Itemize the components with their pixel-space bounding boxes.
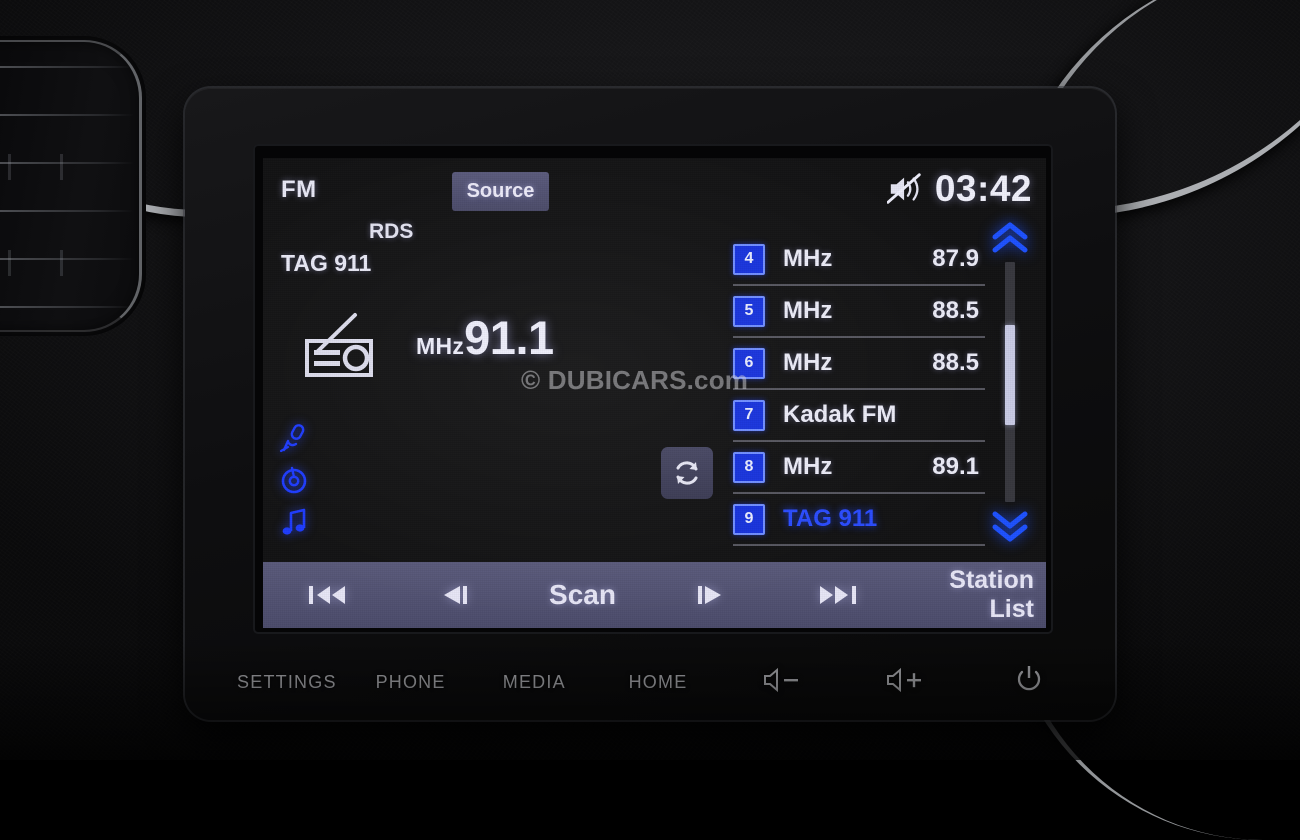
preset-frequency: 88.5 xyxy=(932,297,979,324)
screen-bezel: FM Source 03:42 RDS TAG 911 MHz 91.1 4 M… xyxy=(253,144,1053,634)
preset-row[interactable]: 6 MHz 88.5 xyxy=(733,338,985,390)
music-note-icon xyxy=(282,508,306,535)
vent-tab xyxy=(8,250,11,276)
playback-toolbar: Scan Station List xyxy=(263,562,1046,628)
disc-icon xyxy=(281,466,307,494)
chevron-down-icon[interactable] xyxy=(990,510,1030,542)
skip-previous-icon xyxy=(308,586,345,604)
hw-button-label: SETTINGS xyxy=(237,671,337,692)
status-bar-right: 03:42 xyxy=(886,168,1032,209)
refresh-button[interactable] xyxy=(661,447,713,499)
hardware-button-row: SETTINGS PHONE MEDIA HOME xyxy=(225,650,1091,714)
rds-indicator: RDS xyxy=(369,220,414,243)
radio-icon xyxy=(305,313,373,377)
station-list-line2: List xyxy=(989,595,1034,623)
refresh-icon xyxy=(676,461,698,485)
preset-row[interactable]: 7 Kadak FM xyxy=(733,390,985,442)
hw-button-home[interactable]: HOME xyxy=(596,672,720,693)
hw-button-volume-up[interactable] xyxy=(844,667,968,698)
frequency-display: MHz 91.1 xyxy=(416,311,554,364)
preset-label: MHz xyxy=(783,297,833,324)
source-button[interactable]: Source xyxy=(452,172,549,211)
skip-next-icon xyxy=(820,586,857,604)
hw-button-settings[interactable]: SETTINGS xyxy=(225,672,349,693)
vent-slat xyxy=(0,210,134,212)
scan-button[interactable]: Scan xyxy=(519,562,647,628)
volume-down-icon xyxy=(763,667,801,698)
now-playing-panel: RDS TAG 911 MHz 91.1 xyxy=(263,220,723,560)
station-list-line1: Station xyxy=(949,566,1034,595)
hw-button-media[interactable]: MEDIA xyxy=(472,672,596,693)
radio-band-label: FM xyxy=(281,176,317,203)
current-station-name: TAG 911 xyxy=(281,250,372,276)
speaker-muted-icon xyxy=(886,172,921,204)
status-bar: FM Source 03:42 xyxy=(263,158,1046,226)
hw-button-label: MEDIA xyxy=(502,671,566,692)
hw-button-phone[interactable]: PHONE xyxy=(349,672,473,693)
preset-label: TAG 911 xyxy=(783,505,878,532)
preset-row[interactable]: 5 MHz 88.5 xyxy=(733,286,985,338)
step-forward-icon xyxy=(698,586,722,604)
preset-row[interactable]: 4 MHz 87.9 xyxy=(733,234,985,286)
vent-tab xyxy=(8,154,11,180)
vent-slat xyxy=(0,66,134,68)
next-station-button[interactable] xyxy=(774,562,902,628)
preset-number-badge: 5 xyxy=(733,295,765,327)
station-preset-list: 4 MHz 87.9 5 MHz 88.5 6 MHz 88.5 7 Kadak FM 8 MHz 89.… xyxy=(733,234,985,546)
microphone-icon xyxy=(279,424,305,453)
preset-label: MHz xyxy=(783,453,833,480)
car-dashboard: FM Source 03:42 RDS TAG 911 MHz 91.1 4 M… xyxy=(0,0,1300,840)
preset-frequency: 88.5 xyxy=(932,349,979,376)
preset-frequency: 87.9 xyxy=(932,245,979,272)
scrollbar-track[interactable] xyxy=(1005,262,1015,502)
tune-down-button[interactable] xyxy=(391,562,519,628)
preset-number-badge: 8 xyxy=(733,451,765,483)
power-icon xyxy=(1014,665,1044,700)
preset-row[interactable]: 9 TAG 911 xyxy=(733,494,985,546)
frequency-unit: MHz xyxy=(416,333,465,359)
air-vent xyxy=(0,36,146,336)
hw-button-label: PHONE xyxy=(375,671,446,692)
chevron-up-icon[interactable] xyxy=(990,222,1030,254)
vent-slat xyxy=(0,306,134,308)
scan-label: Scan xyxy=(549,579,616,610)
hw-button-power[interactable] xyxy=(967,665,1091,700)
preset-number-badge: 7 xyxy=(733,399,765,431)
source-button-label: Source xyxy=(466,180,535,202)
preset-label: Kadak FM xyxy=(783,401,897,428)
vent-slat xyxy=(0,258,134,260)
preset-number-badge: 4 xyxy=(733,243,765,275)
hw-button-volume-down[interactable] xyxy=(720,667,844,698)
tune-up-button[interactable] xyxy=(646,562,774,628)
prev-station-button[interactable] xyxy=(263,562,391,628)
vent-slat xyxy=(0,114,134,116)
scrollbar-thumb[interactable] xyxy=(1005,324,1015,426)
preset-number-badge: 9 xyxy=(733,503,765,535)
preset-label: MHz xyxy=(783,349,833,376)
vent-slat xyxy=(0,162,134,164)
frequency-value: 91.1 xyxy=(464,311,554,364)
infotainment-head-unit: FM Source 03:42 RDS TAG 911 MHz 91.1 4 M… xyxy=(185,88,1115,720)
step-backward-icon xyxy=(443,586,467,604)
vent-tab xyxy=(60,250,63,276)
hw-button-label: HOME xyxy=(628,671,688,692)
station-list-button[interactable]: Station List xyxy=(902,562,1046,628)
infotainment-screen: FM Source 03:42 RDS TAG 911 MHz 91.1 4 M… xyxy=(263,158,1046,628)
air-vent-frame xyxy=(0,40,142,332)
preset-row[interactable]: 8 MHz 89.1 xyxy=(733,442,985,494)
preset-number-badge: 6 xyxy=(733,347,765,379)
clock: 03:42 xyxy=(934,168,1032,209)
vent-tab xyxy=(60,154,63,180)
volume-up-icon xyxy=(886,667,924,698)
scrollbar[interactable] xyxy=(988,222,1032,542)
preset-frequency: 89.1 xyxy=(932,453,979,480)
preset-label: MHz xyxy=(783,245,833,272)
source-icon-group xyxy=(279,423,309,537)
